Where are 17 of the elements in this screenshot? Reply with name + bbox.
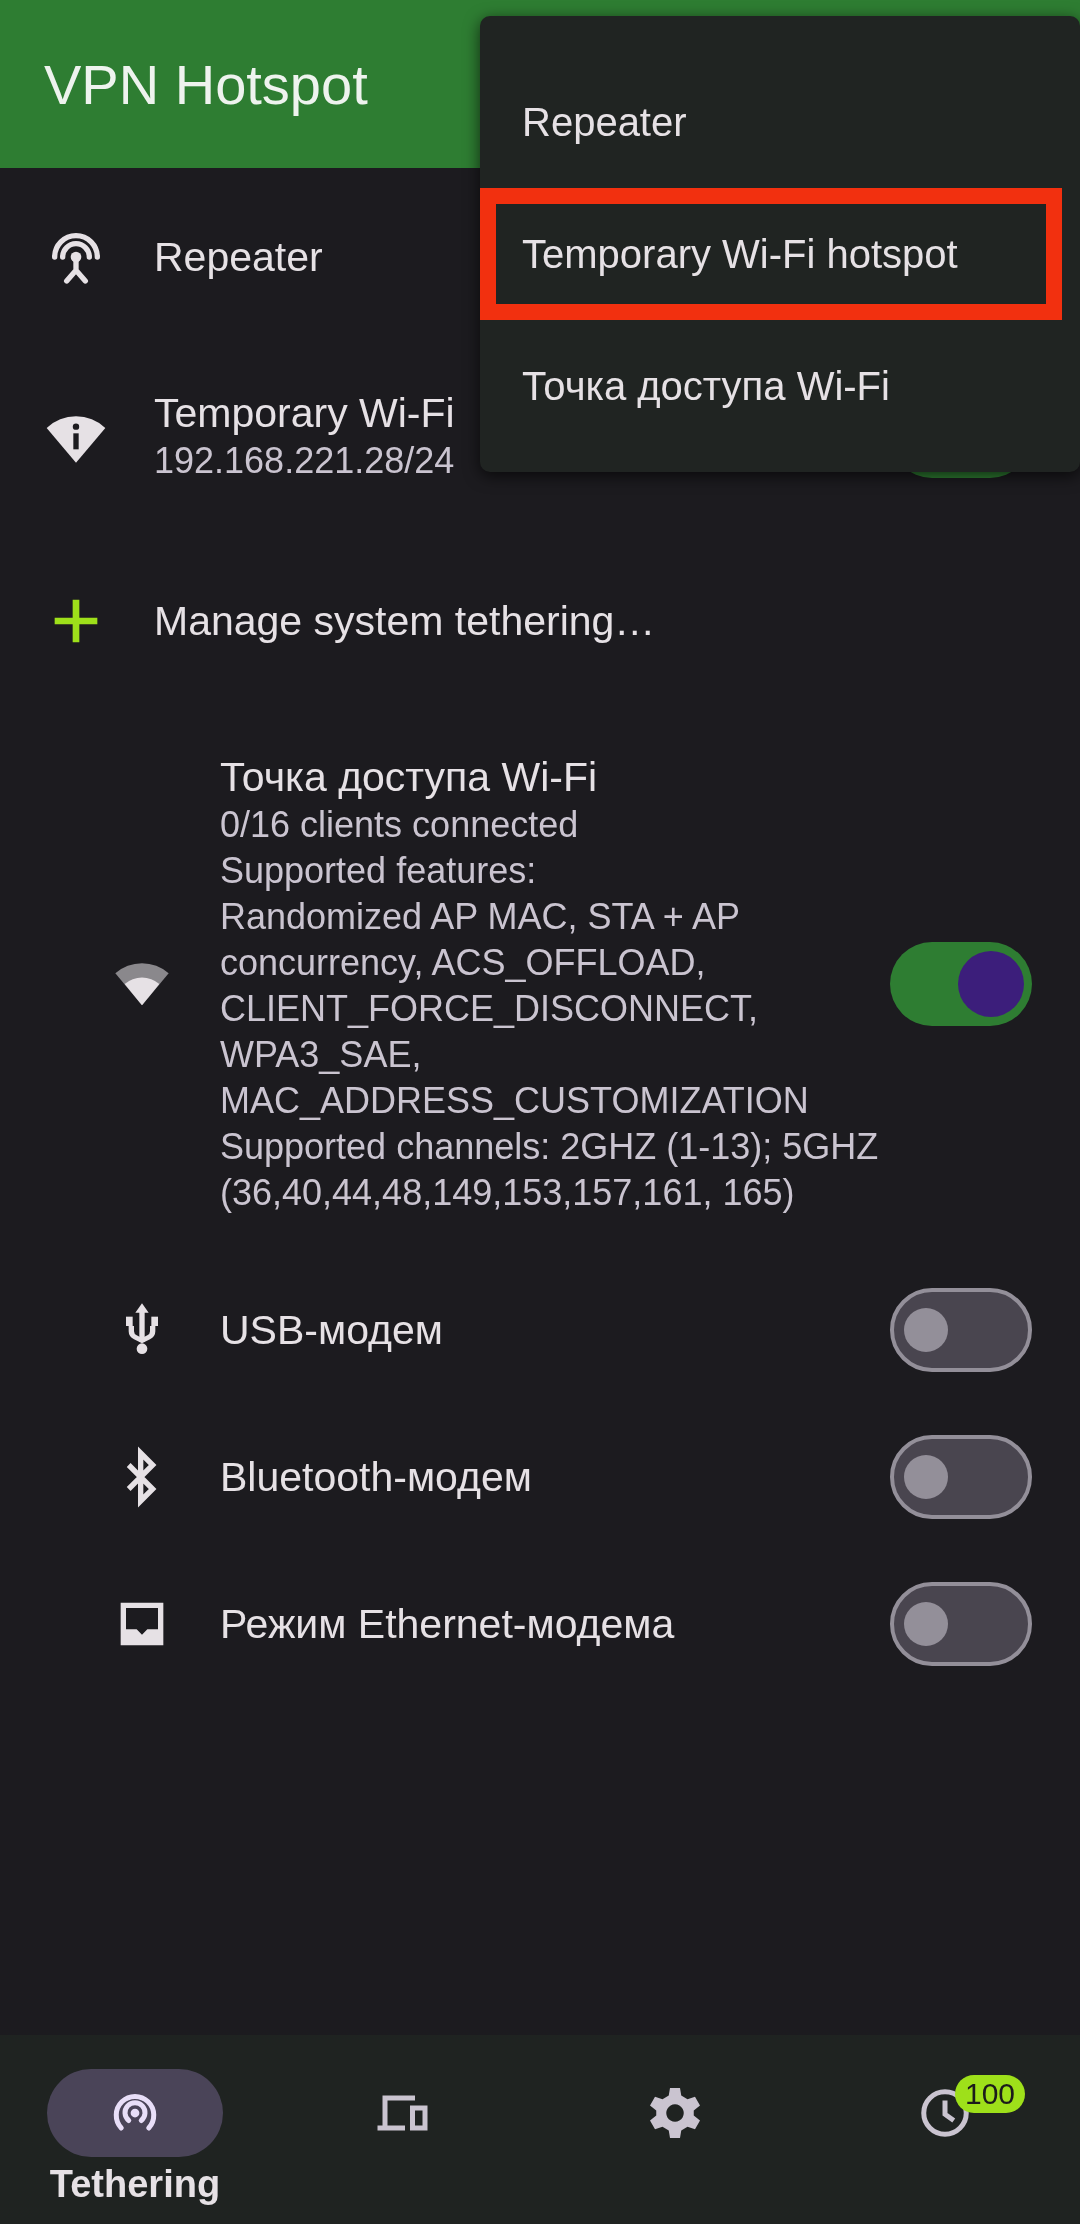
menu-item[interactable]: Точка доступа Wi-Fi — [480, 320, 1080, 452]
ip-address: 192.168.221.28/24 — [154, 439, 456, 483]
tethering-title: Точка доступа Wi-Fi — [220, 753, 599, 802]
menu-item[interactable]: Repeater — [480, 56, 1080, 188]
nav-label: Tethering — [49, 2163, 221, 2206]
tethering-title: Bluetooth-модем — [220, 1452, 533, 1502]
tethering-detail: Supported features: — [220, 849, 538, 893]
tethering-title: Режим Ethernet-модема — [220, 1599, 676, 1649]
list-item-title[interactable]: Manage system tethering… — [154, 596, 1032, 646]
app-title: VPN Hotspot — [44, 51, 368, 117]
count-badge: 100 — [955, 2075, 1026, 2113]
tethering-title: USB-модем — [220, 1305, 444, 1355]
tethering-detail: 0/16 clients connected — [220, 803, 580, 847]
menu-item[interactable]: Temporary Wi-Fi hotspot — [480, 188, 1062, 320]
tethering-detail: Supported channels: 2GHZ (1-13); 5GHZ (36,40,44,48,149,153,157,161, 165) — [220, 1125, 880, 1215]
nav-tab[interactable]: 100 — [857, 2069, 1033, 2157]
tethering-detail: Randomized AP MAC, STA + AP concurrency, ACS_OFFLOAD, CLIENT_FORCE_DISCONNECT, WPA3_SAE, MAC_ADDRESS_CUSTOMIZATION — [220, 895, 810, 1123]
